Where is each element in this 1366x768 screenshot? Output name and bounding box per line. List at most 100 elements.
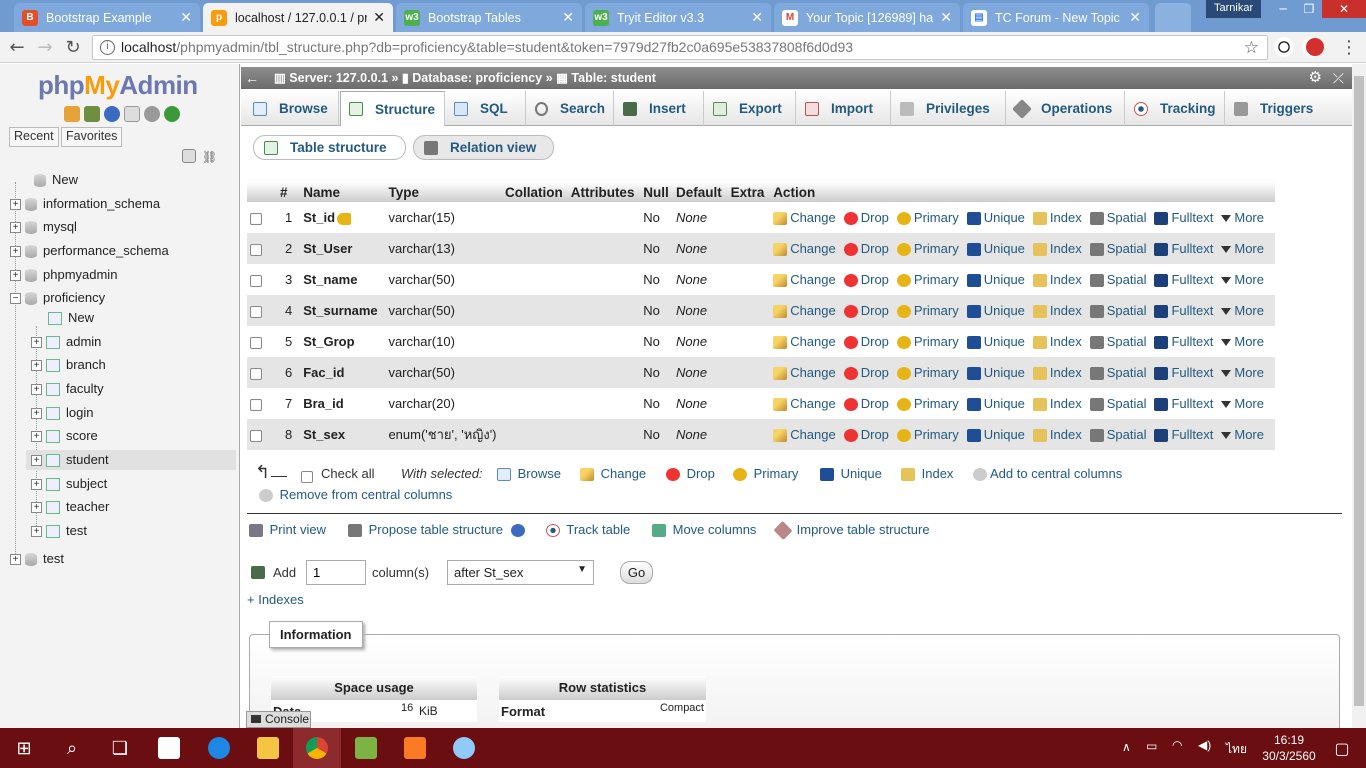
file-explorer-icon[interactable]	[244, 728, 292, 768]
action-fulltext[interactable]: Fulltext	[1154, 334, 1213, 350]
action-drop[interactable]: Drop	[843, 272, 889, 288]
row-checkbox[interactable]	[247, 419, 278, 450]
action-primary[interactable]: Primary	[896, 272, 959, 288]
row-checkbox[interactable]	[247, 295, 278, 326]
expand-icon[interactable]: +	[31, 479, 42, 491]
chrome-icon[interactable]	[293, 728, 341, 768]
action-primary[interactable]: Primary	[896, 210, 959, 226]
action-drop[interactable]: Drop	[843, 210, 889, 226]
reload-icon[interactable]	[164, 106, 180, 122]
language-indicator[interactable]: ไทย	[1226, 740, 1247, 759]
action-primary[interactable]: Primary	[896, 396, 959, 412]
forward-arrow-icon[interactable]: →	[34, 37, 56, 59]
task-view-icon[interactable]: ❏	[96, 728, 144, 768]
expand-icon[interactable]: +	[10, 554, 21, 566]
action-unique[interactable]: Unique	[966, 365, 1025, 381]
row-checkbox[interactable]	[247, 388, 278, 419]
scrollbar-thumb[interactable]	[1354, 76, 1364, 706]
expand-icon[interactable]: +	[31, 408, 42, 420]
gear-icon[interactable]: ⚙	[1309, 67, 1322, 89]
gear-icon[interactable]	[144, 106, 160, 122]
action-more[interactable]: More	[1221, 427, 1264, 442]
expand-icon[interactable]: +	[31, 455, 42, 467]
tree-item-test-table[interactable]: + test	[31, 521, 87, 541]
new-tab-button[interactable]	[1155, 3, 1191, 32]
action-index[interactable]: Index	[1032, 396, 1082, 412]
notepad-icon[interactable]	[342, 728, 390, 768]
clock[interactable]: 16:19 30/3/2560	[1260, 732, 1318, 764]
windows-start-icon[interactable]: ⊞	[0, 728, 48, 768]
action-index[interactable]: Index	[1032, 210, 1082, 226]
tree-item-branch[interactable]: + branch	[31, 355, 106, 375]
action-unique[interactable]: Unique	[966, 396, 1025, 412]
browser-tab[interactable]: w3 Tryit Editor v3.3 ✕	[585, 3, 771, 32]
reload-icon[interactable]: ↻	[62, 37, 84, 59]
action-drop[interactable]: Drop	[843, 334, 889, 350]
bulk-primary-button[interactable]: Primary	[733, 466, 798, 482]
bulk-drop-button[interactable]: Drop	[666, 466, 715, 482]
collapse-icon[interactable]: ⤫	[1333, 67, 1344, 89]
tree-item-performance-schema[interactable]: + performance_schema	[10, 241, 169, 261]
breadcrumb-server[interactable]: Server: 127.0.0.1	[289, 71, 388, 85]
chrome-menu-icon[interactable]: ⋮	[1338, 37, 1360, 59]
battery-icon[interactable]: ▭	[1146, 739, 1157, 753]
expand-icon[interactable]: +	[10, 246, 21, 258]
close-icon[interactable]: ✕	[940, 9, 952, 26]
chevron-up-icon[interactable]: ∧	[1122, 740, 1131, 754]
action-change[interactable]: Change	[773, 303, 836, 319]
window-close-icon[interactable]: ✕	[1322, 0, 1366, 18]
tab-operations[interactable]: Operations	[1007, 91, 1125, 126]
track-table-link[interactable]: Track table	[546, 522, 630, 538]
action-more[interactable]: More	[1221, 303, 1264, 318]
improve-structure-link[interactable]: Improve table structure	[773, 521, 930, 541]
action-fulltext[interactable]: Fulltext	[1154, 365, 1213, 381]
tree-item-test[interactable]: + test	[10, 549, 64, 569]
action-fulltext[interactable]: Fulltext	[1154, 272, 1213, 288]
tab-browse[interactable]: Browse	[245, 91, 339, 126]
header-type[interactable]: Type	[385, 182, 503, 202]
tab-insert[interactable]: Insert	[615, 91, 704, 126]
indexes-toggle[interactable]: + Indexes	[247, 592, 304, 607]
action-change[interactable]: Change	[773, 241, 836, 257]
action-drop[interactable]: Drop	[843, 303, 889, 319]
expand-icon[interactable]: +	[10, 270, 21, 282]
tree-item-score[interactable]: + score	[31, 426, 98, 446]
collapse-all-icon[interactable]	[182, 149, 196, 163]
volume-icon[interactable]: ◀)	[1198, 738, 1211, 752]
restore-icon[interactable]: ❐	[1296, 0, 1322, 18]
action-change[interactable]: Change	[773, 365, 836, 381]
tree-item-new[interactable]: New	[10, 170, 78, 190]
action-change[interactable]: Change	[773, 210, 836, 226]
breadcrumb-database[interactable]: Database: proficiency	[412, 71, 542, 85]
action-spatial[interactable]: Spatial	[1089, 210, 1146, 226]
header-default[interactable]: Default	[673, 182, 728, 202]
action-more[interactable]: More	[1221, 365, 1264, 380]
table-row[interactable]: 6 Fac_id varchar(50) No None Change Drop Primar…	[247, 357, 1275, 388]
add-column-count-input[interactable]	[306, 560, 366, 585]
browser-tab[interactable]: M Your Topic [126989] ha ✕	[774, 3, 960, 32]
action-spatial[interactable]: Spatial	[1089, 396, 1146, 412]
tree-item-login[interactable]: + login	[31, 403, 93, 423]
header-attributes[interactable]: Attributes	[567, 182, 641, 202]
action-unique[interactable]: Unique	[966, 210, 1025, 226]
recent-button[interactable]: Recent	[9, 127, 59, 147]
back-arrow-icon[interactable]: ←	[245, 67, 259, 89]
minimize-icon[interactable]: ─	[1270, 0, 1296, 18]
action-more[interactable]: More	[1221, 396, 1264, 411]
tab-sql[interactable]: SQL	[446, 91, 526, 126]
favorites-button[interactable]: Favorites	[61, 127, 123, 147]
url-bar[interactable]: i localhost/phpmyadmin/tbl_structure.php…	[92, 35, 1268, 60]
action-fulltext[interactable]: Fulltext	[1154, 241, 1213, 257]
action-unique[interactable]: Unique	[966, 241, 1025, 257]
phpmyadmin-logo[interactable]: phpMyAdmin	[38, 70, 198, 101]
go-button[interactable]: Go	[620, 561, 653, 584]
action-unique[interactable]: Unique	[966, 272, 1025, 288]
console-toggle[interactable]: Console	[246, 711, 311, 728]
row-checkbox[interactable]	[247, 326, 278, 357]
wifi-icon[interactable]: ◠	[1172, 738, 1182, 752]
action-spatial[interactable]: Spatial	[1089, 427, 1146, 443]
action-unique[interactable]: Unique	[966, 334, 1025, 350]
header-collation[interactable]: Collation	[502, 182, 568, 202]
action-index[interactable]: Index	[1032, 334, 1082, 350]
action-primary[interactable]: Primary	[896, 365, 959, 381]
